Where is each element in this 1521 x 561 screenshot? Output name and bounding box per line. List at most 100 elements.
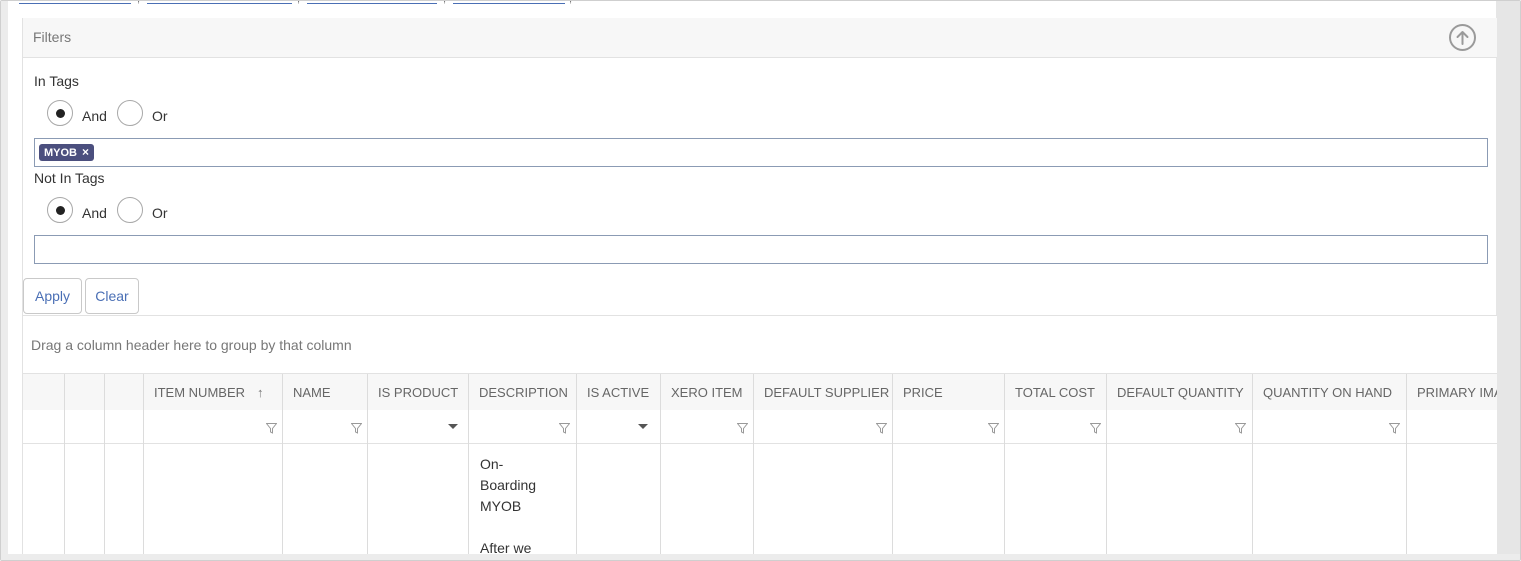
table-row[interactable]: On- Boarding MYOB After we — [23, 444, 1497, 559]
column-header-description[interactable]: DESCRIPTION — [468, 374, 576, 411]
breadcrumb-link-3[interactable] — [307, 1, 437, 4]
filter-funnel-icon[interactable] — [1235, 423, 1246, 434]
vertical-scrollbar[interactable] — [1496, 1, 1520, 560]
grid-filter-row — [23, 410, 1497, 444]
in-tags-and-radio[interactable] — [47, 100, 73, 126]
filter-funnel-icon[interactable] — [1389, 423, 1400, 434]
tag-chip-label: MYOB — [44, 147, 77, 159]
group-hint: Drag a column header here to group by th… — [31, 337, 352, 353]
filters-header: Filters — [23, 18, 1497, 58]
left-margin — [1, 1, 8, 560]
in-tags-input[interactable]: MYOB × — [34, 138, 1488, 167]
column-header-delete[interactable] — [104, 374, 143, 411]
table-cell-default-supplier — [753, 444, 892, 559]
filter-cell — [104, 410, 143, 444]
apply-button[interactable]: Apply — [23, 278, 82, 314]
table-cell-total-cost — [1004, 444, 1106, 559]
filter-cell-total-cost — [1004, 410, 1106, 444]
breadcrumb-separator: , — [569, 1, 572, 5]
table-cell — [23, 444, 64, 559]
filter-funnel-icon[interactable] — [266, 423, 277, 434]
filter-cell-quantity-on-hand — [1252, 410, 1406, 444]
column-header-quantity-on-hand[interactable]: QUANTITY ON HAND — [1252, 374, 1406, 411]
column-header-select[interactable] — [23, 374, 64, 411]
remove-tag-icon[interactable]: × — [82, 145, 89, 159]
description-line: Boarding — [480, 477, 537, 493]
filter-funnel-icon[interactable] — [988, 423, 999, 434]
table-cell-description: On- Boarding MYOB After we — [468, 444, 576, 559]
filters-title: Filters — [33, 29, 72, 45]
filter-cell-is-product — [367, 410, 468, 444]
filters-panel: Filters In Tags And Or MYOB × Not In Tags… — [22, 18, 1497, 559]
filter-cell-default-supplier — [753, 410, 892, 444]
in-tags-or-radio[interactable] — [117, 100, 143, 126]
breadcrumb-link-4[interactable] — [453, 1, 565, 4]
column-label: ITEM NUMBER — [154, 385, 245, 400]
clear-button[interactable]: Clear — [85, 278, 139, 314]
group-panel[interactable]: Drag a column header here to group by th… — [23, 316, 1497, 373]
table-cell-xero-item — [660, 444, 753, 559]
not-in-tags-or-label: Or — [152, 205, 168, 221]
description-text: On- Boarding MYOB After we — [480, 454, 570, 559]
table-cell-name — [282, 444, 367, 559]
filter-cell-is-active — [576, 410, 660, 444]
column-header-primary-image[interactable]: PRIMARY IMA — [1406, 374, 1497, 411]
not-in-tags-or-radio[interactable] — [117, 197, 143, 223]
not-in-tags-label: Not In Tags — [34, 170, 105, 186]
sort-ascending-icon: ↑ — [257, 385, 264, 400]
column-header-edit[interactable] — [64, 374, 104, 411]
column-header-default-quantity[interactable]: DEFAULT QUANTITY — [1106, 374, 1252, 411]
description-line: On- — [480, 456, 504, 472]
in-tags-and-label: And — [82, 108, 107, 124]
column-header-default-supplier[interactable]: DEFAULT SUPPLIER — [753, 374, 892, 411]
filter-cell-default-quantity — [1106, 410, 1252, 444]
filter-cell-primary-image — [1406, 410, 1497, 444]
breadcrumb-link-1[interactable] — [19, 1, 131, 4]
breadcrumb-separator: , — [297, 1, 300, 5]
dropdown-caret-icon[interactable] — [638, 424, 648, 429]
filter-cell-price — [892, 410, 1004, 444]
data-grid: Drag a column header here to group by th… — [23, 315, 1497, 559]
arrow-up-circle-icon[interactable] — [1449, 24, 1476, 51]
not-in-tags-and-label: And — [82, 205, 107, 221]
table-cell-is-product — [367, 444, 468, 559]
description-line — [480, 517, 570, 538]
not-in-tags-and-radio[interactable] — [47, 197, 73, 223]
table-cell — [64, 444, 104, 559]
bottom-edge — [1, 554, 1520, 560]
not-in-tags-input[interactable] — [34, 235, 1488, 264]
table-cell — [104, 444, 143, 559]
description-line: MYOB — [480, 498, 522, 514]
column-header-item-number[interactable]: ITEM NUMBER ↑ — [143, 374, 282, 411]
filter-cell-description — [468, 410, 576, 444]
breadcrumb-separator: , — [137, 1, 140, 5]
column-header-price[interactable]: PRICE — [892, 374, 1004, 411]
column-header-is-active[interactable]: IS ACTIVE — [576, 374, 660, 411]
filter-funnel-icon[interactable] — [351, 423, 362, 434]
filter-funnel-icon[interactable] — [1090, 423, 1101, 434]
table-cell-is-active — [576, 444, 660, 559]
filter-funnel-icon[interactable] — [876, 423, 887, 434]
column-header-xero-item[interactable]: XERO ITEM — [660, 374, 753, 411]
grid-header-row: ITEM NUMBER ↑ NAME IS PRODUCT DESCRIPTION… — [23, 373, 1497, 411]
filter-cell-item-number — [143, 410, 282, 444]
table-cell-quantity-on-hand — [1252, 444, 1406, 559]
app-frame: , , , , Filters In Tags And Or MYOB × — [0, 0, 1521, 561]
filter-funnel-icon[interactable] — [737, 423, 748, 434]
in-tags-or-label: Or — [152, 108, 168, 124]
table-cell-item-number — [143, 444, 282, 559]
filter-cell — [23, 410, 64, 444]
dropdown-caret-icon[interactable] — [448, 424, 458, 429]
filter-cell-xero-item — [660, 410, 753, 444]
tag-chip: MYOB × — [39, 144, 95, 161]
in-tags-label: In Tags — [34, 73, 79, 89]
column-header-name[interactable]: NAME — [282, 374, 367, 411]
table-cell-default-quantity — [1106, 444, 1252, 559]
filter-funnel-icon[interactable] — [559, 423, 570, 434]
breadcrumb-link-2[interactable] — [147, 1, 292, 4]
breadcrumb-separator: , — [443, 1, 446, 5]
column-header-total-cost[interactable]: TOTAL COST — [1004, 374, 1106, 411]
table-cell-primary-image — [1406, 444, 1497, 559]
filter-cell — [64, 410, 104, 444]
column-header-is-product[interactable]: IS PRODUCT — [367, 374, 468, 411]
